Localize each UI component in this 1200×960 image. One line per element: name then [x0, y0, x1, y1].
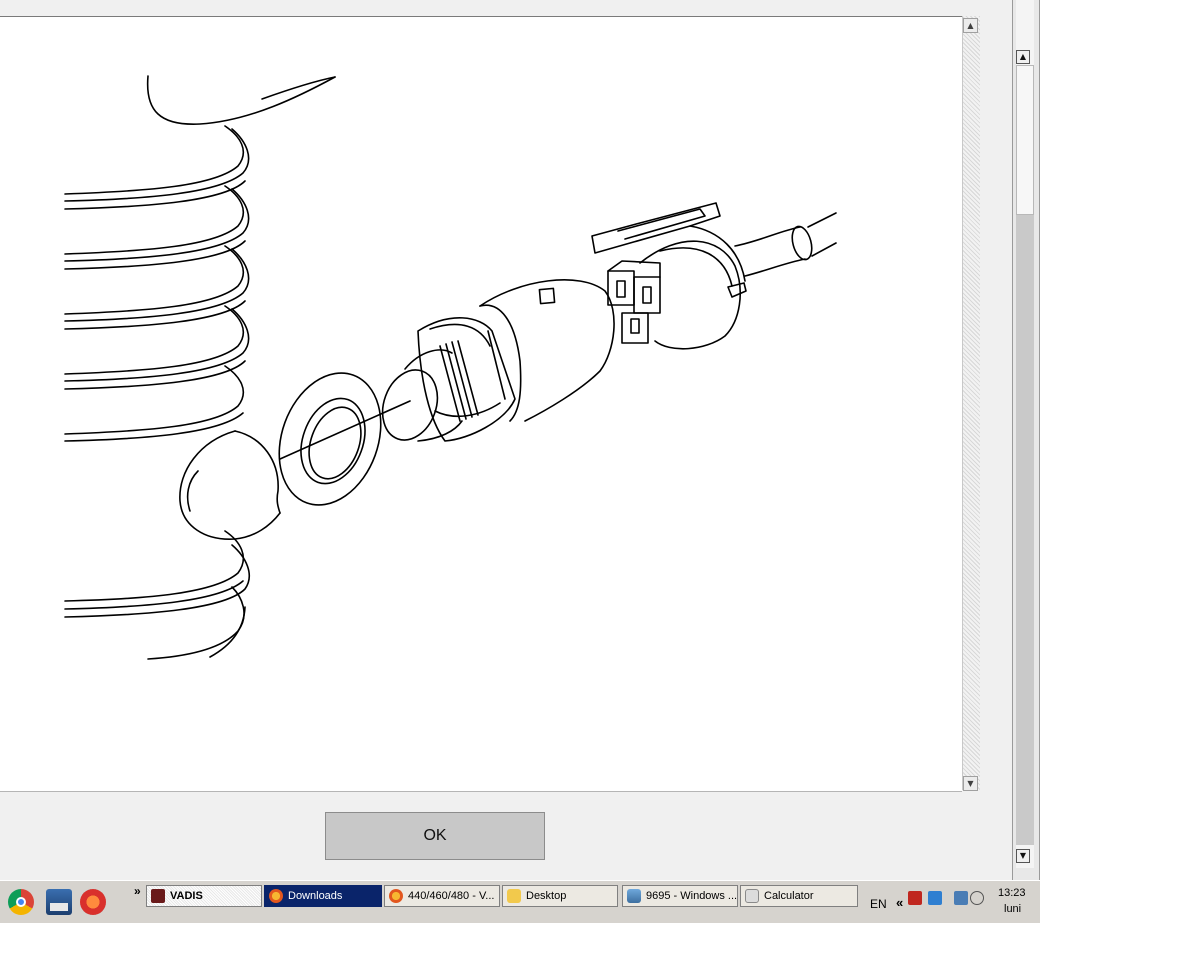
image-dialog: ▲ ▼ OK: [0, 0, 1012, 880]
scroll-thumb[interactable]: [1016, 65, 1034, 215]
language-indicator[interactable]: EN: [870, 897, 887, 911]
quick-launch-chevron[interactable]: »: [134, 884, 141, 898]
firefox-icon: [269, 889, 283, 903]
clock-time[interactable]: 13:23: [998, 887, 1026, 899]
chrome-icon[interactable]: [8, 889, 34, 915]
task-label: Desktop: [526, 890, 567, 902]
task-label: 440/460/480 - V...: [408, 890, 495, 902]
picture-viewer-icon: [627, 889, 641, 903]
task-downloads[interactable]: Downloads: [264, 885, 382, 907]
tray-expand-chevron[interactable]: «: [896, 895, 903, 910]
vadis-icon: [151, 889, 165, 903]
firefox-icon: [389, 889, 403, 903]
task-calculator[interactable]: Calculator: [740, 885, 858, 907]
clock-day: luni: [1004, 903, 1022, 915]
task-label: Calculator: [764, 890, 814, 902]
task-label: VADIS: [170, 890, 203, 902]
task-desktop[interactable]: Desktop: [502, 885, 618, 907]
image-panel: [0, 16, 962, 792]
volume-icon[interactable]: [970, 891, 984, 905]
scroll-down-button[interactable]: ▼: [963, 776, 978, 791]
remote-support-icon[interactable]: [928, 891, 942, 905]
task-picture-viewer[interactable]: 9695 - Windows ...: [622, 885, 738, 907]
task-firefox-page[interactable]: 440/460/480 - V...: [384, 885, 500, 907]
scroll-track-lower[interactable]: [1016, 215, 1034, 845]
system-tray: EN « 13:23 luni: [862, 883, 1038, 921]
pdf-reader-icon[interactable]: [908, 891, 922, 905]
task-label: 9695 - Windows ...: [646, 890, 738, 902]
task-vadis[interactable]: VADIS: [146, 885, 262, 907]
window-scroll-up-button[interactable]: ▲: [1016, 50, 1030, 64]
folder-icon: [507, 889, 521, 903]
taskbar: » VADIS Downloads 440/460/480 - V... Des…: [0, 880, 1040, 923]
calculator-icon: [745, 889, 759, 903]
task-label: Downloads: [288, 890, 343, 902]
exploded-sensor-diagram: [64, 75, 837, 660]
network-icon[interactable]: [954, 891, 968, 905]
image-vertical-scrollbar[interactable]: ▲ ▼: [962, 16, 980, 791]
media-center-icon[interactable]: [46, 889, 72, 915]
window-scroll-down-button[interactable]: ▼: [1016, 849, 1030, 863]
burn-app-icon[interactable]: [80, 889, 106, 915]
ok-button[interactable]: OK: [325, 812, 545, 860]
window-vertical-scrollbar[interactable]: ▲ ▼: [1012, 0, 1040, 880]
scroll-up-button[interactable]: ▲: [963, 18, 978, 33]
